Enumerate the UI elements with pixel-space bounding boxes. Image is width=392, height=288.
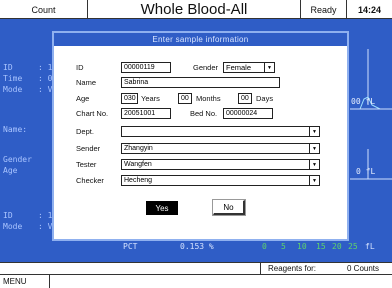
age-months-field[interactable]: 00 xyxy=(178,93,192,104)
bg-time-value: : 0 xyxy=(38,74,53,83)
sample-info-dialog: Enter sample information ID 00000119 Gen… xyxy=(52,31,349,241)
sender-value: Zhangyin xyxy=(124,145,153,152)
tester-select[interactable]: Wangfen ▼ xyxy=(121,159,320,170)
bg-gender-label: Gender xyxy=(3,155,32,164)
top-bar: Count Whole Blood-All Ready 14:24 xyxy=(0,0,392,19)
status-bar: Reagents for: 0 Counts xyxy=(0,262,392,275)
years-unit: Years xyxy=(141,94,160,103)
age-years-field[interactable]: 030 xyxy=(121,93,138,104)
menu-button[interactable]: MENU xyxy=(0,275,50,288)
bg-name-label: Name: xyxy=(3,125,28,134)
checker-value: Hecheng xyxy=(124,177,153,184)
dialog-title: Enter sample information xyxy=(54,33,347,46)
chevron-down-icon: ▼ xyxy=(309,160,319,169)
dept-select[interactable]: ▼ xyxy=(121,126,320,137)
sender-label: Sender xyxy=(76,144,101,153)
bg-id-label: ID xyxy=(3,63,13,72)
axis-tick: 20 xyxy=(332,242,342,251)
bg-id-value: : 1 xyxy=(38,63,53,72)
gender-label: Gender xyxy=(193,63,219,72)
dept-label: Dept. xyxy=(76,127,94,136)
clock: 14:24 xyxy=(357,4,382,15)
pct-value: 0.153 % xyxy=(180,242,214,251)
age-label: Age xyxy=(76,94,90,103)
page-title: Whole Blood-All xyxy=(88,0,301,19)
axis-tick: 25 xyxy=(348,242,358,251)
sender-select[interactable]: Zhangyin ▼ xyxy=(121,143,320,154)
checker-select[interactable]: Hecheng ▼ xyxy=(121,175,320,186)
status-ready: Ready xyxy=(301,0,347,19)
count-mode-label: Count xyxy=(0,0,88,19)
axis-tick: 5 xyxy=(281,242,286,251)
age-days-field[interactable]: 00 xyxy=(238,93,252,104)
axis-tick: 10 xyxy=(297,242,307,251)
bg-fl-label-2: 0 fL xyxy=(356,167,376,176)
id-label: ID xyxy=(76,63,84,72)
gender-value: Female xyxy=(226,63,252,72)
bg-mode-value: : V xyxy=(38,85,53,94)
bed-field[interactable]: 00000024 xyxy=(223,108,273,119)
id-field[interactable]: 00000119 xyxy=(121,62,171,73)
name-label: Name xyxy=(76,78,97,87)
axis-unit: fL xyxy=(365,242,375,251)
reagent-counts: 0 Counts xyxy=(347,264,380,273)
months-unit: Months xyxy=(196,94,221,103)
yes-button[interactable]: Yes xyxy=(146,201,178,215)
reagents-label: Reagents for: xyxy=(268,264,317,273)
status-divider xyxy=(260,263,261,275)
chart-label: Chart No. xyxy=(76,109,109,118)
bg-age-label: Age xyxy=(3,166,18,175)
chart-field[interactable]: 20051001 xyxy=(121,108,171,119)
chevron-down-icon: ▼ xyxy=(309,144,319,153)
gender-select[interactable]: Female ▼ xyxy=(223,62,275,73)
chevron-down-icon: ▼ xyxy=(264,63,274,72)
bg-mode-label: Mode xyxy=(3,85,23,94)
bg-mode2-value: : V xyxy=(38,222,53,231)
bg-id2-label: ID xyxy=(3,211,13,220)
name-field[interactable]: Sabrina xyxy=(121,77,280,88)
bg-id2-value: : 1 xyxy=(38,211,53,220)
checker-label: Checker xyxy=(76,176,104,185)
days-unit: Days xyxy=(256,94,274,103)
tester-label: Tester xyxy=(76,160,97,169)
pct-label: PCT xyxy=(123,242,138,251)
no-button[interactable]: No xyxy=(212,199,246,216)
menu-bar: MENU xyxy=(0,275,392,288)
axis-tick: 15 xyxy=(316,242,326,251)
chevron-down-icon: ▼ xyxy=(309,176,319,185)
histogram-traces xyxy=(350,49,392,180)
bg-mode2-label: Mode xyxy=(3,222,23,231)
tester-value: Wangfen xyxy=(124,161,152,168)
axis-tick: 0 xyxy=(262,242,267,251)
bg-time-label: Time xyxy=(3,74,23,83)
bg-fl-label-1: 00 fL xyxy=(351,97,376,106)
bed-label: Bed No. xyxy=(190,109,218,118)
chevron-down-icon: ▼ xyxy=(309,127,319,136)
